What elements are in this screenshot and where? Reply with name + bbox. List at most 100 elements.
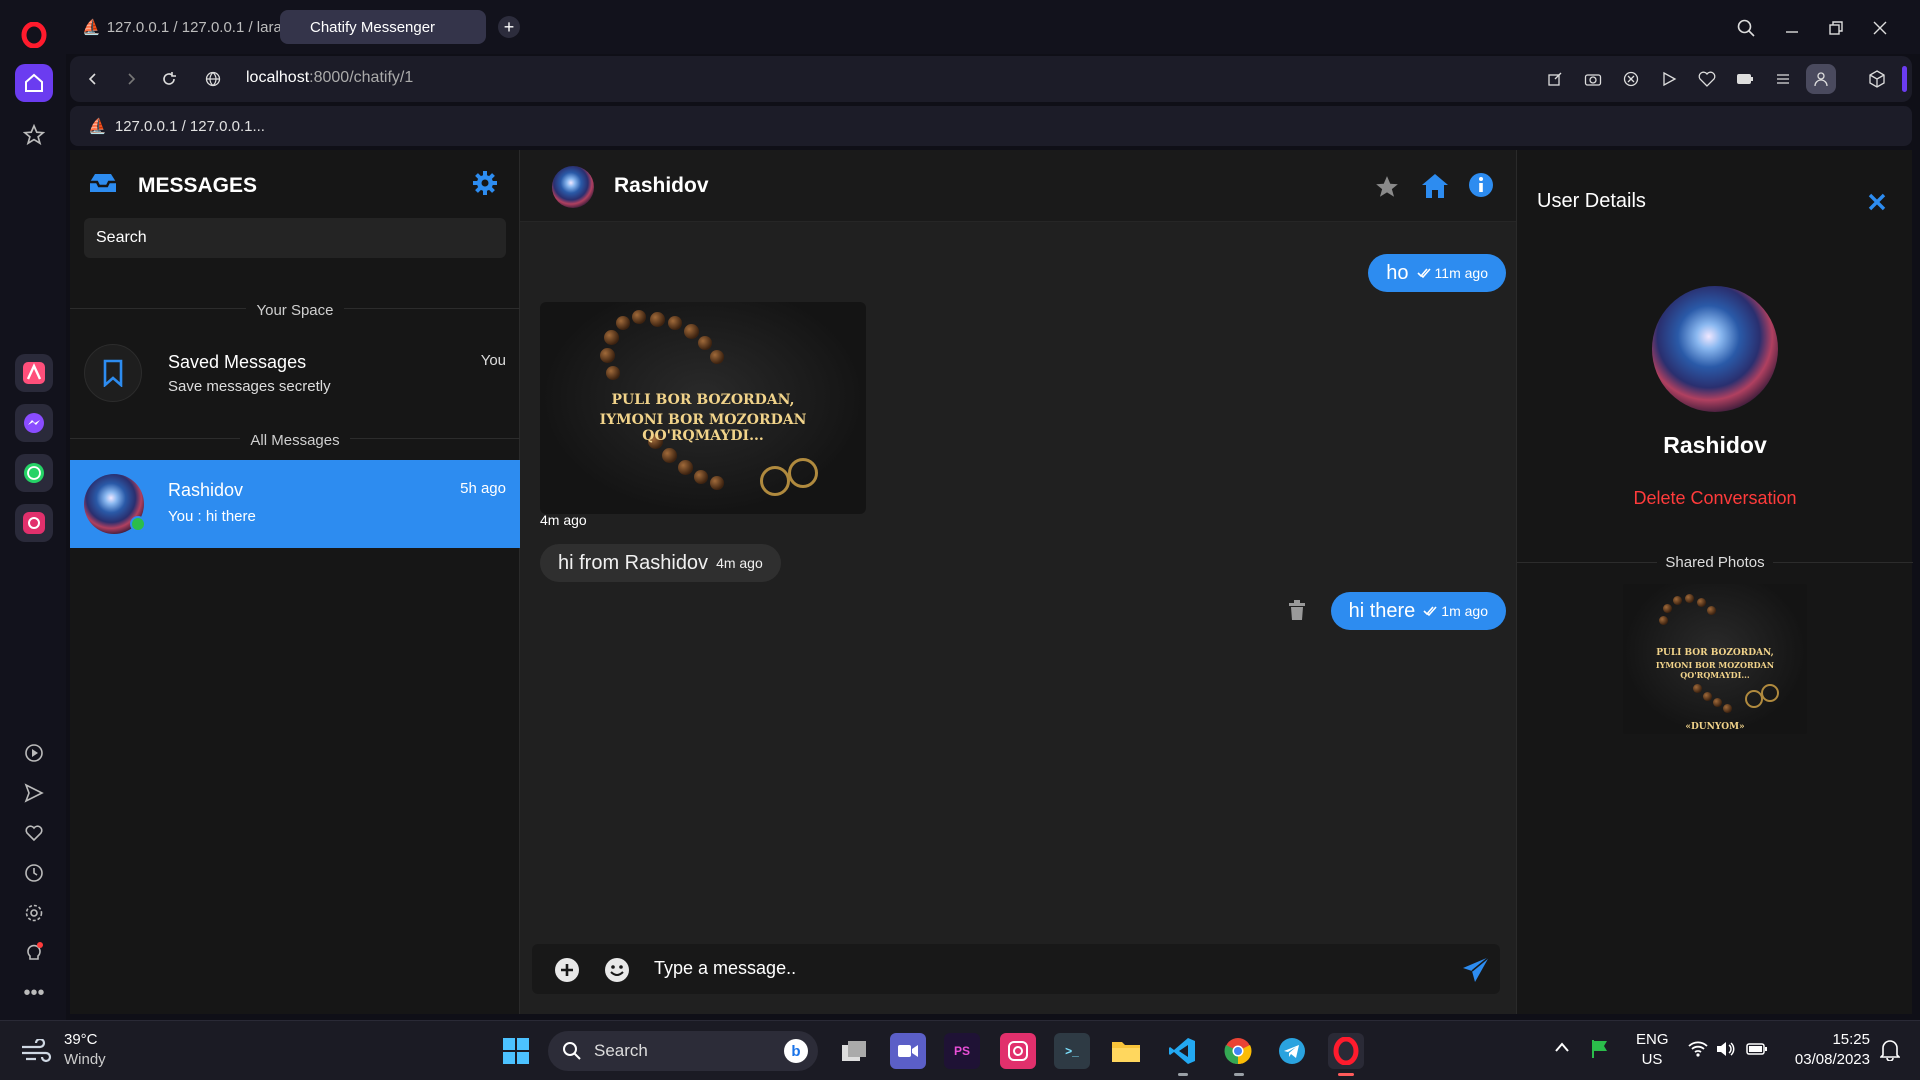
aria-app-icon[interactable]: [15, 354, 53, 392]
message-input[interactable]: Type a message..: [654, 958, 1354, 979]
chat-panel: Rashidov ho 11m ago PULI BOR BOZORDAN, I…: [520, 150, 1520, 1014]
forward-icon[interactable]: [120, 68, 142, 90]
taskbar: 39°C Windy Search b PS >_ ENG US 15:25 0…: [0, 1020, 1920, 1080]
search-input[interactable]: Search: [84, 218, 506, 258]
info-icon[interactable]: [1468, 172, 1494, 198]
instagram-app-icon[interactable]: [15, 504, 53, 542]
running-indicator: [1234, 1073, 1244, 1076]
sidebar-toggle[interactable]: [1902, 66, 1907, 92]
volume-icon[interactable]: [1716, 1041, 1736, 1057]
windows-start-icon[interactable]: [498, 1033, 534, 1069]
seen-check-icon: [1423, 606, 1437, 617]
heart-icon[interactable]: [15, 814, 53, 852]
adblock-icon[interactable]: [1620, 68, 1642, 90]
tab-phpmyadmin[interactable]: ⛵ 127.0.0.1 / 127.0.0.1 / lara: [70, 10, 280, 44]
player-nav-icon[interactable]: [1658, 68, 1680, 90]
notification-icon[interactable]: [1880, 1039, 1900, 1061]
teams-meet-icon[interactable]: [890, 1033, 926, 1069]
message-input-bar: Type a message..: [532, 944, 1500, 994]
clock-time[interactable]: 15:25: [1780, 1031, 1870, 1048]
bookmark-heart-icon[interactable]: [1696, 68, 1718, 90]
emoji-icon[interactable]: [604, 957, 630, 983]
lightbulb-icon[interactable]: [15, 934, 53, 972]
weather-icon[interactable]: [20, 1039, 52, 1063]
inbox-icon: [88, 172, 118, 194]
history-icon[interactable]: [15, 854, 53, 892]
shared-photo[interactable]: PULI BOR BOZORDAN, IYMONI BOR MOZORDAN Q…: [1623, 584, 1807, 734]
message-image[interactable]: PULI BOR BOZORDAN, IYMONI BOR MOZORDAN Q…: [540, 302, 866, 514]
home-nav-icon[interactable]: [1420, 172, 1450, 200]
saved-messages-title: Saved Messages: [168, 352, 307, 372]
delete-conversation-button[interactable]: Delete Conversation: [1517, 488, 1913, 509]
contact-preview: You : hi there: [168, 508, 256, 525]
clock-date[interactable]: 03/08/2023: [1780, 1051, 1870, 1068]
file-explorer-icon[interactable]: [1108, 1033, 1144, 1069]
attach-plus-icon[interactable]: [554, 957, 580, 983]
send-icon[interactable]: [15, 774, 53, 812]
phpstorm-icon[interactable]: PS: [944, 1033, 980, 1069]
details-title: User Details: [1537, 190, 1646, 212]
battery-saver-icon[interactable]: [1734, 68, 1756, 90]
lang-bottom[interactable]: US: [1636, 1051, 1668, 1068]
restore-button[interactable]: [1822, 14, 1850, 42]
trash-icon[interactable]: [1288, 600, 1306, 620]
terminal-icon[interactable]: >_: [1054, 1033, 1090, 1069]
messenger-app-icon[interactable]: [15, 404, 53, 442]
tray-chevron-icon[interactable]: [1554, 1041, 1570, 1053]
settings-gear-icon[interactable]: [472, 170, 498, 196]
message-incoming[interactable]: hi from Rashidov 4m ago: [540, 544, 781, 582]
task-view-icon[interactable]: [836, 1033, 872, 1069]
opera-logo-icon[interactable]: [15, 16, 53, 54]
saved-messages-item[interactable]: Saved Messages Save messages secretly Yo…: [70, 338, 520, 410]
bing-icon: b: [784, 1039, 808, 1063]
battery-icon[interactable]: [1746, 1043, 1768, 1055]
running-indicator: [1178, 1073, 1188, 1076]
tab-chatify[interactable]: Chatify Messenger: [280, 10, 486, 44]
settings-icon[interactable]: [15, 894, 53, 932]
shared-photos-label: Shared Photos: [1517, 554, 1913, 571]
wifi-icon[interactable]: [1688, 1041, 1708, 1057]
instagram-icon[interactable]: [1000, 1033, 1036, 1069]
vscode-icon[interactable]: [1164, 1033, 1200, 1069]
easy-setup-icon[interactable]: [1772, 68, 1794, 90]
close-icon[interactable]: [1867, 192, 1887, 212]
taskbar-search[interactable]: Search b: [548, 1031, 818, 1071]
whatsapp-app-icon[interactable]: [15, 454, 53, 492]
site-info-icon[interactable]: [202, 68, 224, 90]
back-icon[interactable]: [82, 68, 104, 90]
contact-item[interactable]: Rashidov You : hi there 5h ago: [70, 460, 520, 548]
close-window-button[interactable]: [1866, 14, 1894, 42]
more-icon[interactable]: •••: [15, 974, 53, 1012]
player-icon[interactable]: [15, 734, 53, 772]
messenger-list-panel: MESSAGES Search Your Space Saved Message…: [70, 150, 520, 1014]
opera-taskbar-icon[interactable]: [1328, 1033, 1364, 1069]
flag-icon[interactable]: [1590, 1039, 1610, 1059]
details-avatar: [1652, 286, 1778, 412]
url-field[interactable]: localhost:8000/chatify/1: [246, 69, 413, 87]
reload-icon[interactable]: [158, 68, 180, 90]
search-tabs-icon[interactable]: [1732, 14, 1760, 42]
minimize-button[interactable]: [1778, 14, 1806, 42]
telegram-icon[interactable]: [1274, 1033, 1310, 1069]
snapshot-edit-icon[interactable]: [1544, 68, 1566, 90]
search-icon: [563, 1042, 581, 1060]
camera-icon[interactable]: [1582, 68, 1604, 90]
star-icon[interactable]: [15, 116, 53, 154]
messenger-title: MESSAGES: [138, 174, 258, 197]
active-indicator: [1338, 1073, 1354, 1076]
send-message-icon[interactable]: [1462, 956, 1490, 984]
chrome-icon[interactable]: [1220, 1033, 1256, 1069]
extensions-icon[interactable]: [1866, 68, 1888, 90]
phpmyadmin-icon: ⛵: [82, 19, 101, 36]
favorite-star-icon[interactable]: [1374, 174, 1400, 200]
details-name: Rashidov: [1663, 432, 1767, 458]
lang-top[interactable]: ENG: [1636, 1031, 1669, 1048]
bookmark-item[interactable]: ⛵ 127.0.0.1 / 127.0.0.1...: [88, 117, 265, 135]
user-details-panel: User Details Rashidov Delete Conversatio…: [1516, 150, 1913, 1014]
new-tab-button[interactable]: +: [498, 16, 520, 38]
message-outgoing[interactable]: ho 11m ago: [1368, 254, 1506, 292]
home-icon[interactable]: [15, 64, 53, 102]
opera-sidebar: •••: [0, 0, 66, 1020]
message-outgoing[interactable]: hi there 1m ago: [1330, 592, 1506, 630]
profile-icon[interactable]: [1806, 64, 1836, 94]
